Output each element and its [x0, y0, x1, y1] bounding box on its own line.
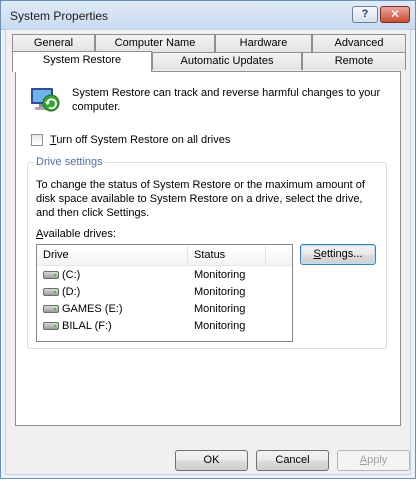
tab-advanced[interactable]: Advanced [312, 34, 406, 52]
cancel-button[interactable]: Cancel [256, 450, 329, 471]
drive-row-c[interactable]: (C:) Monitoring [37, 267, 292, 284]
drive-name: BILAL (F:) [62, 320, 112, 332]
system-properties-window: System Properties ? ✕ General Computer N… [0, 0, 416, 479]
close-button[interactable]: ✕ [380, 6, 410, 23]
drives-list-header: Drive Status [37, 245, 292, 266]
tab-general[interactable]: General [12, 34, 95, 52]
drive-name: (D:) [62, 286, 81, 298]
available-drives-label: Available drives: [36, 228, 116, 240]
intro-text: System Restore can track and reverse har… [72, 87, 381, 113]
hard-drive-icon [43, 271, 59, 279]
drive-row-f[interactable]: BILAL (F:) Monitoring [37, 318, 292, 335]
hard-drive-icon [43, 305, 59, 313]
settings-button[interactable]: Settings... [300, 244, 376, 265]
drive-status: Monitoring [194, 269, 246, 281]
drive-name: GAMES (E:) [62, 303, 123, 315]
drive-row-d[interactable]: (D:) Monitoring [37, 284, 292, 301]
drives-list[interactable]: Drive Status (C:) Monitoring (D:) Monito… [36, 244, 293, 342]
hard-drive-icon [43, 322, 59, 330]
tab-computer-name[interactable]: Computer Name [95, 34, 215, 52]
tab-system-restore[interactable]: System Restore [12, 51, 152, 72]
help-button[interactable]: ? [352, 6, 378, 23]
drive-row-e[interactable]: GAMES (E:) Monitoring [37, 301, 292, 318]
turn-off-checkbox[interactable] [31, 134, 43, 146]
drive-status: Monitoring [194, 303, 246, 315]
column-header-drive[interactable]: Drive [37, 245, 188, 265]
dialog-client-area: General Computer Name Hardware Advanced … [5, 29, 411, 475]
hard-drive-icon [43, 288, 59, 296]
column-header-status[interactable]: Status [188, 245, 266, 265]
drive-status: Monitoring [194, 286, 246, 298]
drive-settings-label: Drive settings [34, 156, 105, 168]
drive-name: (C:) [62, 269, 81, 281]
drive-settings-group: Drive settings To change the status of S… [27, 156, 387, 349]
ok-button[interactable]: OK [175, 450, 248, 471]
system-restore-panel: System Restore can track and reverse har… [15, 71, 401, 426]
window-title: System Properties [10, 9, 109, 23]
tab-hardware[interactable]: Hardware [215, 34, 312, 52]
apply-button[interactable]: Apply [337, 450, 410, 471]
tab-automatic-updates[interactable]: Automatic Updates [152, 52, 302, 70]
turn-off-checkbox-label[interactable]: Turn off System Restore on all drives [50, 134, 230, 146]
system-restore-icon [31, 88, 60, 112]
column-header-filler [266, 245, 292, 265]
title-bar[interactable]: System Properties ? ✕ [1, 1, 415, 30]
drive-status: Monitoring [194, 320, 246, 332]
drive-settings-description: To change the status of System Restore o… [36, 179, 365, 219]
tab-remote[interactable]: Remote [302, 52, 406, 70]
